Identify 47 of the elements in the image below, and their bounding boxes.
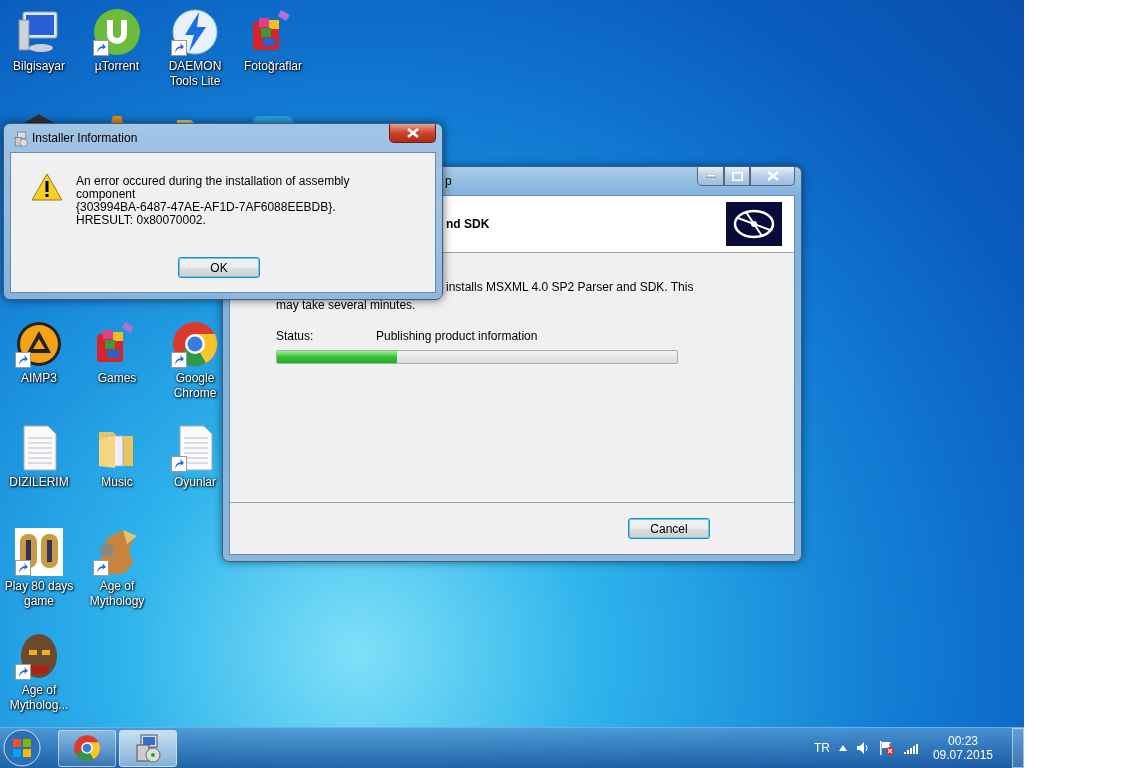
desktop-icon-label[interactable]: Age of Mytholog...	[1, 683, 77, 713]
chrome-icon	[73, 734, 101, 762]
installer-icon	[13, 130, 29, 148]
close-button[interactable]	[389, 124, 436, 143]
maximize-icon	[731, 171, 743, 181]
signal-bars-icon[interactable]	[903, 742, 918, 754]
start-button[interactable]	[2, 728, 42, 768]
desktop-icon-label[interactable]: Fotoğraflar	[244, 59, 302, 74]
installer-description: installs MSXML 4.0 SP2 Parser and SDK. This	[446, 281, 695, 294]
date-text: 09.07.2015	[932, 748, 993, 762]
clock[interactable]: 00:23 09.07.2015	[932, 734, 993, 762]
error-message: An error occured during the installation of assembly component {303994BA-6487-47AE-AF1D-7AF6088EEBDB}. HRESULT: 0x80070002.	[76, 175, 350, 227]
cancel-button[interactable]: Cancel	[628, 518, 710, 539]
dialog-title: Installer Information	[32, 131, 138, 145]
desktop-icon-label[interactable]: Age of Mythology	[79, 579, 155, 609]
window-title: p	[445, 174, 452, 188]
installer-description: may take several minutes.	[276, 299, 417, 312]
desktop-icon-label[interactable]: Music	[101, 475, 133, 490]
installer-icon	[133, 733, 163, 763]
disc-logo-icon	[726, 202, 782, 246]
desktop-icon-label[interactable]: DAEMON Tools Lite	[168, 59, 222, 89]
warning-icon	[31, 173, 63, 201]
installer-heading: nd SDK	[446, 217, 490, 231]
desktop-icon-label[interactable]: µTorrent	[94, 59, 140, 74]
speaker-icon[interactable]	[855, 741, 870, 755]
desktop-icon-label[interactable]: Oyunlar	[174, 475, 216, 490]
close-button[interactable]	[750, 167, 795, 186]
desktop-icon-label[interactable]: Play 80 days game	[1, 579, 77, 609]
language-indicator[interactable]: TR	[813, 741, 830, 755]
close-icon	[766, 171, 779, 181]
desktop-icon-label[interactable]: DIZILERIM	[9, 475, 69, 490]
desktop-icon-label[interactable]: Bilgisayar	[13, 59, 65, 74]
caret-icon[interactable]	[838, 745, 847, 751]
close-icon	[406, 128, 419, 138]
maximize-button[interactable]	[724, 167, 750, 186]
status-label: Status:	[276, 329, 315, 343]
time-text: 00:23	[947, 734, 978, 748]
ok-button[interactable]: OK	[178, 257, 260, 278]
desktop-icon-label[interactable]: Google Chrome	[169, 371, 221, 401]
flag-icon[interactable]	[878, 740, 895, 756]
minimize-button[interactable]	[697, 167, 724, 186]
desktop-icon-label[interactable]: AIMP3	[21, 371, 57, 386]
desktop-icon-label[interactable]: Games	[97, 371, 137, 386]
status-text: Publishing product information	[376, 329, 538, 343]
show-desktop-button[interactable]	[1012, 728, 1024, 768]
minimize-icon	[705, 174, 716, 178]
taskbar-button[interactable]	[119, 729, 177, 767]
